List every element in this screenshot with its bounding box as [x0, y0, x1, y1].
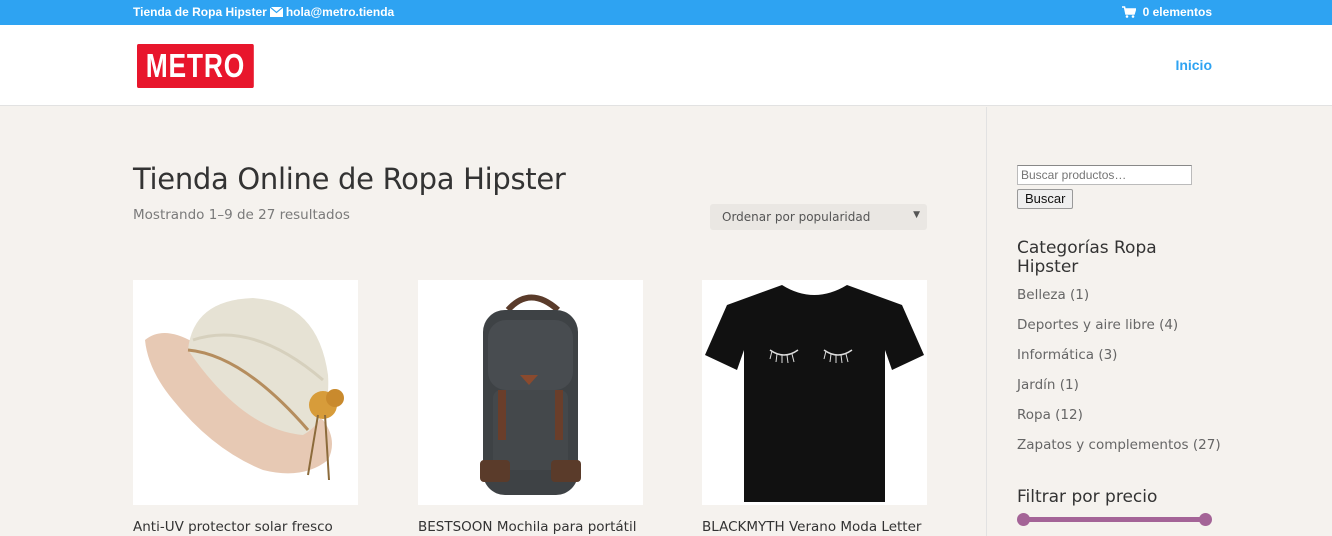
categories-widget-title: Categorías Ropa Hipster [1017, 238, 1157, 277]
cart-count[interactable]: 0 elementos [1143, 5, 1212, 19]
mail-icon [269, 7, 283, 17]
category-item[interactable]: Ropa (12) [1017, 407, 1221, 437]
backpack-illustration [480, 294, 581, 495]
orderby-selected-value: Ordenar por popularidad [722, 210, 871, 224]
category-item[interactable]: Deportes y aire libre (4) [1017, 317, 1221, 347]
search-button[interactable]: Buscar [1017, 189, 1074, 209]
contact-email[interactable]: hola@metro.tienda [286, 5, 394, 19]
result-count: Mostrando 1–9 de 27 resultados [133, 207, 350, 223]
price-filter-title: Filtrar por precio [1017, 487, 1158, 507]
category-item[interactable]: Informática (3) [1017, 347, 1221, 377]
category-item[interactable]: Jardín (1) [1017, 377, 1221, 407]
top-bar-contact: Tienda de Ropa Hipster hola@metro.tienda [133, 5, 394, 19]
site-logo[interactable]: METRO [137, 44, 254, 88]
price-slider-track [1023, 517, 1206, 522]
straw-hat-image[interactable] [133, 280, 358, 505]
category-item[interactable]: Zapatos y complementos (27) [1017, 437, 1221, 467]
product-title[interactable]: BLACKMYTH Verano Moda Letter [702, 519, 927, 535]
orderby-select[interactable]: Ordenar por popularidad ▼ [710, 204, 927, 230]
sidebar-divider [986, 107, 987, 536]
product-card[interactable]: BLACKMYTH Verano Moda Letter [702, 280, 927, 535]
cart-link[interactable]: 0 elementos [1121, 5, 1212, 19]
price-range-slider[interactable] [1017, 513, 1212, 526]
backpack-image[interactable] [418, 280, 643, 505]
price-slider-min-handle[interactable] [1017, 513, 1030, 526]
product-search-input[interactable] [1017, 165, 1192, 185]
product-title[interactable]: BESTSOON Mochila para portátil [418, 519, 643, 535]
straw-hat-illustration [145, 298, 344, 481]
product-card[interactable]: BESTSOON Mochila para portátil [418, 280, 643, 535]
category-list: Belleza (1) Deportes y aire libre (4) In… [1017, 287, 1221, 467]
tshirt-illustration [705, 285, 924, 502]
black-tshirt-image[interactable] [702, 280, 927, 505]
store-name: Tienda de Ropa Hipster [133, 5, 267, 19]
site-header: METRO Inicio [0, 25, 1332, 106]
nav-link-home[interactable]: Inicio [1175, 57, 1212, 73]
category-item[interactable]: Belleza (1) [1017, 287, 1221, 317]
top-bar: Tienda de Ropa Hipster hola@metro.tienda… [0, 0, 1332, 25]
product-card[interactable]: Anti-UV protector solar fresco [133, 280, 358, 535]
page-title: Tienda Online de Ropa Hipster [133, 162, 566, 196]
logo-text: METRO [145, 47, 246, 84]
dropdown-arrow-icon: ▼ [913, 210, 920, 220]
product-title[interactable]: Anti-UV protector solar fresco [133, 519, 358, 535]
price-slider-max-handle[interactable] [1199, 513, 1212, 526]
cart-icon [1121, 6, 1136, 18]
